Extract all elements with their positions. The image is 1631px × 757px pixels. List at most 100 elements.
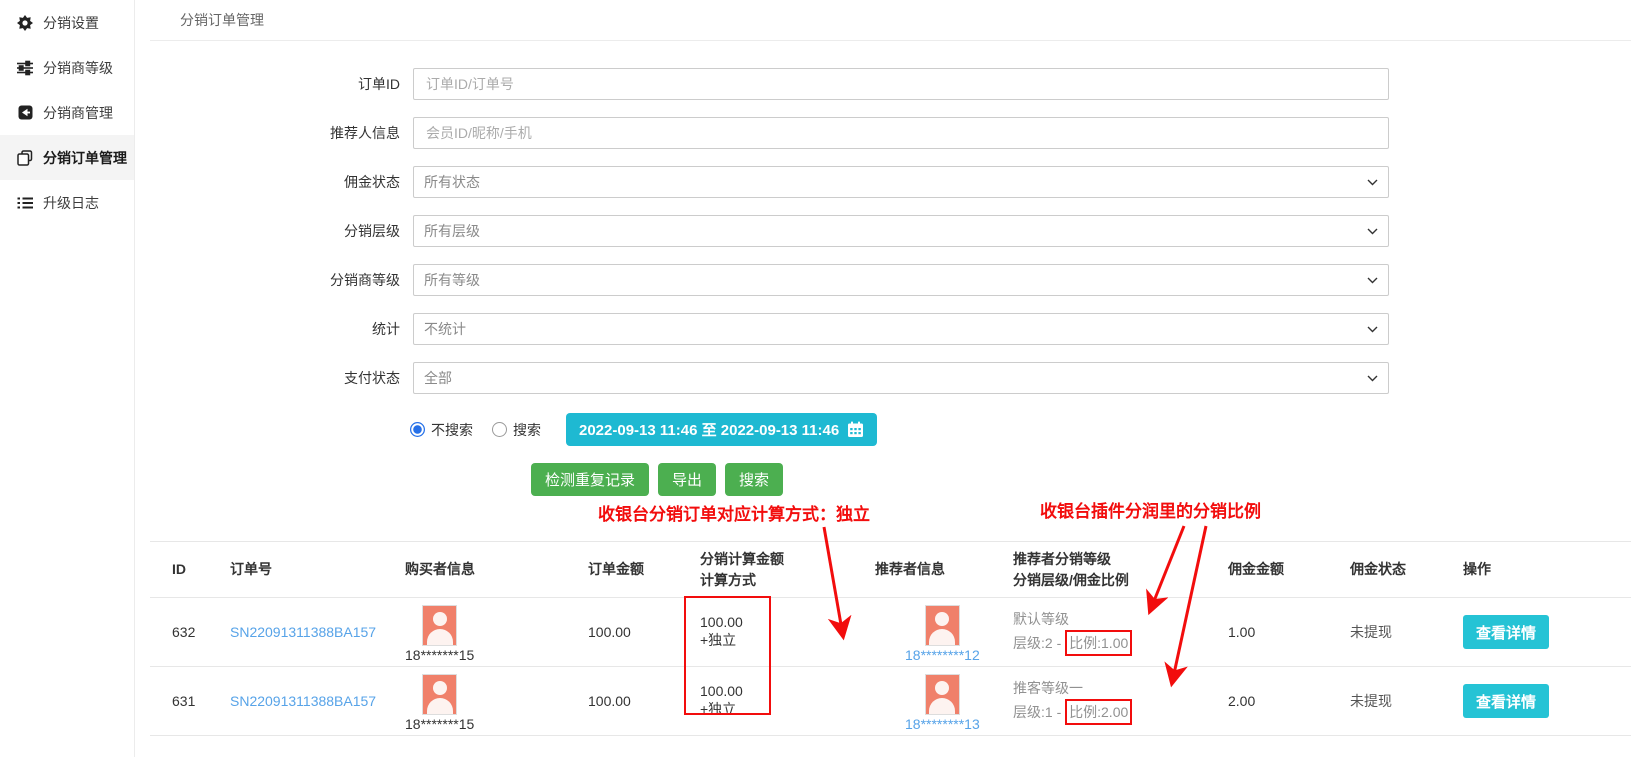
order-no-link[interactable]: SN22091311388BA157: [230, 693, 376, 709]
statistics-label: 统计: [150, 319, 400, 339]
commission-amount: 1.00: [1228, 598, 1350, 667]
order-no-link[interactable]: SN22091311388BA157: [230, 624, 376, 640]
col-commission-status: 佣金状态: [1350, 542, 1463, 598]
calc-amount: 100.00: [700, 614, 875, 630]
export-button[interactable]: 导出: [658, 463, 716, 496]
payment-status-select[interactable]: 全部: [413, 362, 1389, 394]
referrer-level-name: 推客等级一: [1013, 677, 1228, 699]
copy-icon: [17, 150, 33, 166]
sidebar-item-upgrade-log[interactable]: 升级日志: [0, 180, 134, 225]
order-id-input[interactable]: [413, 68, 1389, 100]
referrer-phone-link[interactable]: 18********12: [905, 647, 980, 663]
no-search-radio[interactable]: 不搜索: [410, 420, 473, 440]
order-amount: 100.00: [588, 667, 700, 736]
col-order-amount: 订单金额: [588, 542, 700, 598]
calc-mode: +独立: [700, 630, 875, 650]
statistics-select[interactable]: 不统计: [413, 313, 1389, 345]
level-prefix: 层级:1 -: [1013, 704, 1065, 720]
referrer-phone-link[interactable]: 18********13: [905, 716, 980, 732]
search-radio[interactable]: 搜索: [492, 420, 541, 440]
avatar: [422, 605, 457, 646]
view-details-button[interactable]: 查看详情: [1463, 615, 1549, 649]
sidebar-item-distribution-settings[interactable]: 分销设置: [0, 0, 134, 45]
calc-cell: 100.00 +独立: [700, 598, 875, 667]
commission-status: 未提现: [1350, 667, 1463, 736]
payment-status-label: 支付状态: [150, 368, 400, 388]
calc-amount: 100.00: [700, 683, 875, 699]
chevron-down-icon: [1367, 375, 1378, 382]
referrer-level-cell: 默认等级 层级:2 - 比例:1.00: [1013, 598, 1228, 667]
sidebar-item-distribution-orders[interactable]: 分销订单管理: [0, 135, 134, 180]
chevron-down-icon: [1367, 277, 1378, 284]
col-order-no: 订单号: [230, 542, 405, 598]
sidebar-item-label: 分销订单管理: [43, 148, 127, 168]
avatar: [422, 674, 457, 715]
action-buttons: 检测重复记录 导出 搜索: [531, 463, 1631, 496]
gear-icon: [17, 15, 33, 31]
ratio-red-box: 比例:2.00: [1065, 699, 1132, 725]
calc-mode: +独立: [700, 699, 875, 719]
distributor-grade-label: 分销商等级: [150, 270, 400, 290]
sidebar-item-label: 分销商管理: [43, 103, 113, 123]
date-search-row: 不搜索 搜索 2022-09-13 11:46 至 2022-09-13 11:…: [410, 413, 1631, 446]
sidebar-item-label: 分销设置: [43, 13, 99, 33]
buyer-phone: 18*******15: [405, 647, 474, 663]
radio-unselected-icon: [492, 422, 507, 437]
buyer-phone: 18*******15: [405, 716, 474, 732]
col-actions: 操作: [1463, 542, 1631, 598]
table-header-row: ID 订单号 购买者信息 订单金额 分销计算金额 计算方式 推荐者信息 推荐者分…: [150, 542, 1631, 598]
search-button[interactable]: 搜索: [725, 463, 783, 496]
order-id-label: 订单ID: [150, 74, 400, 94]
sliders-icon: [17, 60, 33, 76]
distributor-grade-select[interactable]: 所有等级: [413, 264, 1389, 296]
order-id: 631: [150, 667, 230, 736]
referrer-level-name: 默认等级: [1013, 608, 1228, 630]
sidebar-item-label: 分销商等级: [43, 58, 113, 78]
avatar: [925, 605, 960, 646]
col-calc-amount: 分销计算金额 计算方式: [700, 542, 875, 598]
chevron-down-icon: [1367, 228, 1378, 235]
sidebar: 分销设置 分销商等级 分销商管理 分销订单管理 升级日志: [0, 0, 135, 757]
sidebar-item-distributor-management[interactable]: 分销商管理: [0, 90, 134, 135]
distribution-level-label: 分销层级: [150, 221, 400, 241]
share-icon: [17, 105, 33, 121]
order-id: 632: [150, 598, 230, 667]
commission-status-label: 佣金状态: [150, 172, 400, 192]
filter-form: 订单ID 推荐人信息 佣金状态 所有状态 分销层级 所有层级: [150, 41, 1631, 394]
table-row: 632 SN22091311388BA157 18*******15 100.0…: [150, 598, 1631, 667]
buyer-info: 18*******15: [405, 674, 474, 732]
col-buyer-info: 购买者信息: [405, 542, 588, 598]
date-range-button[interactable]: 2022-09-13 11:46 至 2022-09-13 11:46: [566, 413, 877, 446]
avatar: [925, 674, 960, 715]
col-commission: 佣金金额: [1228, 542, 1350, 598]
commission-status-select[interactable]: 所有状态: [413, 166, 1389, 198]
orders-table: ID 订单号 购买者信息 订单金额 分销计算金额 计算方式 推荐者信息 推荐者分…: [150, 541, 1631, 736]
sidebar-item-distributor-levels[interactable]: 分销商等级: [0, 45, 134, 90]
referrer-info-input[interactable]: [413, 117, 1389, 149]
ratio-red-box: 比例:1.00: [1065, 630, 1132, 656]
referrer-info-label: 推荐人信息: [150, 123, 400, 143]
sidebar-item-label: 升级日志: [43, 193, 99, 213]
referrer-level-cell: 推客等级一 层级:1 - 比例:2.00: [1013, 667, 1228, 736]
check-duplicates-button[interactable]: 检测重复记录: [531, 463, 649, 496]
col-referrer-level: 推荐者分销等级 分销层级/佣金比例: [1013, 542, 1228, 598]
calendar-icon: [847, 421, 864, 438]
chevron-down-icon: [1367, 326, 1378, 333]
referrer-info: 18********12: [905, 605, 980, 663]
view-details-button[interactable]: 查看详情: [1463, 684, 1549, 718]
level-prefix: 层级:2 -: [1013, 635, 1065, 651]
chevron-down-icon: [1367, 179, 1378, 186]
distribution-level-select[interactable]: 所有层级: [413, 215, 1389, 247]
referrer-info: 18********13: [905, 674, 980, 732]
page-title: 分销订单管理: [150, 0, 1631, 41]
col-id: ID: [150, 542, 230, 598]
radio-selected-icon: [410, 422, 425, 437]
list-icon: [17, 195, 33, 211]
commission-status: 未提现: [1350, 598, 1463, 667]
order-amount: 100.00: [588, 598, 700, 667]
main-content: 分销订单管理 订单ID 推荐人信息 佣金状态 所有状态 分销层级 所有层级: [135, 0, 1631, 757]
calc-cell: 100.00 +独立: [700, 667, 875, 736]
commission-amount: 2.00: [1228, 667, 1350, 736]
col-referrer-info: 推荐者信息: [875, 542, 1013, 598]
table-row: 631 SN22091311388BA157 18*******15 100.0…: [150, 667, 1631, 736]
